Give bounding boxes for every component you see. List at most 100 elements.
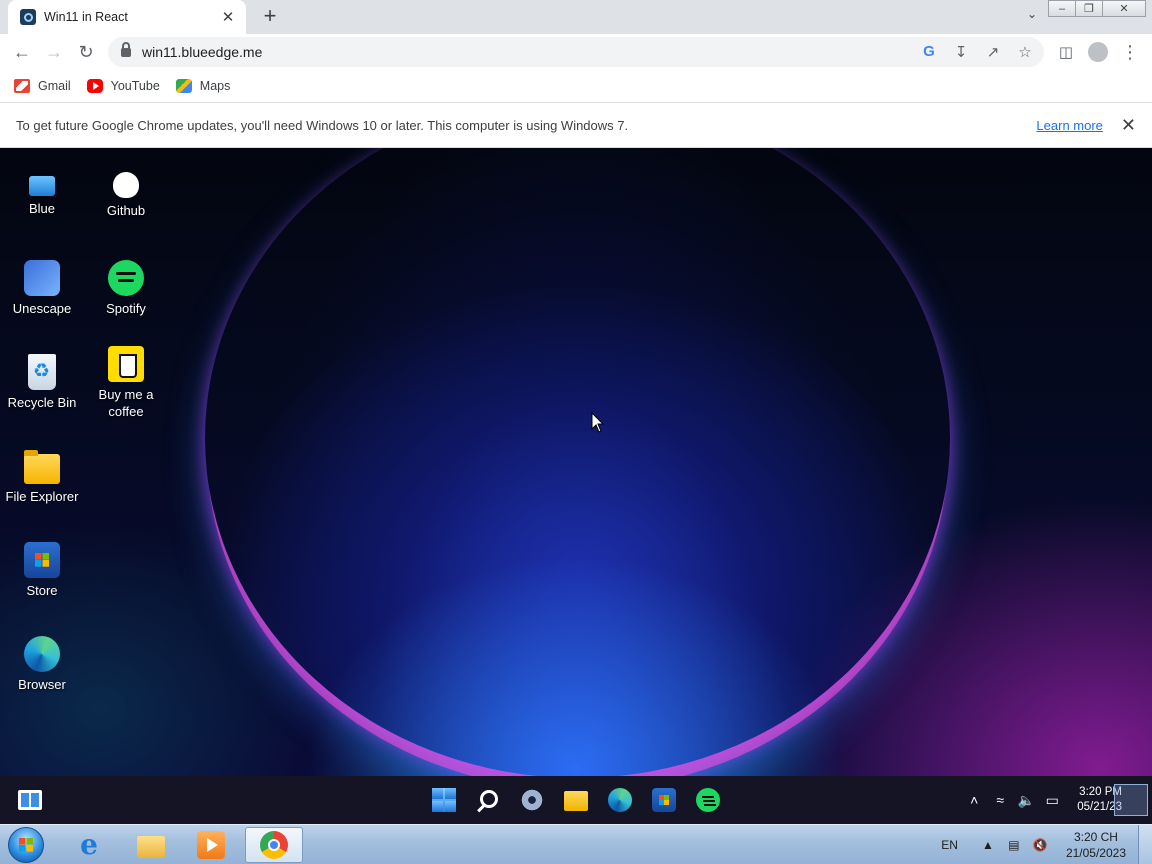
forward-arrow-icon[interactable]: →	[42, 40, 66, 64]
minimize-button[interactable]: –	[1048, 0, 1076, 17]
reload-icon[interactable]: ↻	[74, 40, 98, 64]
volume-muted-icon[interactable]: 🔇	[1030, 838, 1050, 852]
recycle-bin-icon	[28, 354, 56, 390]
folder-icon	[24, 450, 60, 484]
update-infobar: To get future Google Chrome updates, you…	[0, 102, 1152, 148]
desktop-icon-label: Github	[106, 203, 146, 218]
network-icon[interactable]: ▤	[1004, 838, 1024, 852]
tab-strip: Win11 in React ✕ + ⌄ – ❐ ✕	[0, 0, 1152, 34]
learn-more-link[interactable]: Learn more	[1036, 118, 1102, 133]
battery-icon[interactable]: ▭	[1041, 792, 1063, 809]
infobar-close-icon[interactable]: ✕	[1121, 115, 1136, 136]
tab-title: Win11 in React	[44, 10, 128, 24]
close-window-button[interactable]: ✕	[1102, 0, 1146, 17]
blue-user-icon	[29, 176, 55, 196]
github-icon	[113, 172, 139, 198]
widgets-icon[interactable]	[18, 790, 42, 810]
wifi-icon[interactable]: ≈	[989, 792, 1011, 808]
back-arrow-icon[interactable]: ←	[10, 40, 34, 64]
lock-icon[interactable]	[121, 41, 131, 57]
desktop-icon-label: File Explorer	[5, 489, 79, 504]
pinned-windows-explorer[interactable]	[122, 827, 180, 863]
tab-search-chevron-icon[interactable]: ⌄	[1022, 7, 1042, 27]
internet-explorer-icon: e	[80, 828, 98, 861]
desktop-icon-file-explorer[interactable]: File Explorer	[0, 448, 84, 505]
desktop-icon-store[interactable]: Store	[0, 542, 84, 599]
bookmark-maps[interactable]: Maps	[175, 79, 231, 93]
bookmark-label: Maps	[199, 79, 231, 93]
search-icon[interactable]	[480, 790, 498, 808]
pinned-internet-explorer[interactable]: e	[60, 827, 118, 863]
windows-explorer-icon	[137, 836, 165, 858]
window-controls: – ❐ ✕	[1048, 0, 1146, 17]
mouse-cursor-icon	[591, 412, 605, 433]
menu-kebab-icon[interactable]: ⋮	[1118, 40, 1142, 64]
store-icon	[24, 542, 60, 578]
store-icon[interactable]	[652, 788, 676, 812]
desktop-icon-github[interactable]: Github	[84, 168, 168, 219]
pinned-chrome[interactable]	[245, 827, 303, 863]
desktop-icon-label: Browser	[18, 677, 66, 692]
volume-icon[interactable]: 🔈	[1015, 792, 1037, 809]
youtube-icon	[86, 79, 103, 93]
infobar-message: To get future Google Chrome updates, you…	[16, 117, 629, 133]
win7-clock[interactable]: 3:20 CH 21/05/2023	[1066, 829, 1126, 861]
bookmark-label: Gmail	[38, 79, 71, 93]
win7-system-tray: EN ▲ ▤ 🔇 3:20 CH 21/05/2023	[941, 825, 1152, 864]
pinned-media-player[interactable]	[182, 827, 240, 863]
unescape-icon	[24, 260, 60, 296]
win11-desktop[interactable]: Blue Github Unescape Spotify Recycle Bin…	[0, 148, 1152, 776]
tab-close-icon[interactable]: ✕	[220, 8, 236, 26]
google-lens-icon[interactable]: G	[918, 43, 940, 61]
edge-icon[interactable]	[608, 788, 632, 812]
desktop-icon-spotify[interactable]: Spotify	[84, 260, 168, 317]
browser-tab[interactable]: Win11 in React ✕	[8, 0, 246, 34]
chrome-icon	[260, 831, 288, 859]
language-indicator[interactable]: EN	[941, 838, 958, 852]
bookmark-youtube[interactable]: YouTube	[86, 79, 160, 93]
win7-show-desktop-button[interactable]	[1138, 825, 1152, 864]
show-desktop-button[interactable]	[1114, 784, 1148, 816]
win7-clock-time: 3:20 CH	[1073, 830, 1118, 844]
desktop-icon-label: Spotify	[106, 301, 146, 316]
wallpaper-bloom	[205, 148, 950, 776]
win11-taskbar: ˄ ≈ 🔈 ▭ 3:20 PM 05/21/23	[0, 776, 1152, 824]
desktop-icon-label: Buy me a coffee	[98, 387, 154, 419]
share-icon[interactable]: ↗	[982, 43, 1004, 61]
profile-avatar-icon[interactable]	[1086, 40, 1110, 64]
bookmark-label: YouTube	[110, 79, 160, 93]
win11-system-tray: ˄ ≈ 🔈 ▭ 3:20 PM 05/21/23	[963, 776, 1152, 824]
win7-start-orb-icon[interactable]	[8, 827, 44, 863]
desktop-icon-browser[interactable]: Browser	[0, 636, 84, 693]
url-text[interactable]: win11.blueedge.me	[142, 44, 918, 60]
bookmarks-bar: Gmail YouTube Maps	[0, 70, 1152, 102]
address-bar[interactable]: win11.blueedge.me G ↧ ↗ ☆	[108, 37, 1044, 67]
maps-icon	[175, 79, 192, 93]
spotify-icon[interactable]	[696, 788, 720, 812]
restore-button[interactable]: ❐	[1075, 0, 1103, 17]
install-app-icon[interactable]: ↧	[950, 43, 972, 61]
desktop-icon-label: Blue	[28, 201, 56, 216]
spotify-icon	[108, 260, 144, 296]
gmail-icon	[14, 79, 30, 93]
new-tab-button[interactable]: +	[258, 4, 282, 28]
media-player-icon	[197, 831, 225, 859]
side-panel-icon[interactable]: ◫	[1054, 40, 1078, 64]
tray-arrow-icon[interactable]: ▲	[978, 838, 998, 852]
desktop-icon-label: Recycle Bin	[7, 395, 77, 410]
edge-icon	[24, 636, 60, 672]
bookmark-star-icon[interactable]: ☆	[1014, 43, 1036, 61]
desktop-icon-label: Store	[26, 583, 58, 598]
settings-icon[interactable]	[520, 788, 544, 812]
bookmark-gmail[interactable]: Gmail	[14, 79, 71, 93]
desktop-icon-unescape[interactable]: Unescape	[0, 260, 84, 317]
desktop-icon-buy-me-a-coffee[interactable]: Buy me a coffee	[84, 346, 168, 420]
coffee-icon	[108, 346, 144, 382]
start-icon[interactable]	[432, 788, 456, 812]
win7-taskbar: e EN ▲ ▤ 🔇 3:20 CH 21/05/2023	[0, 824, 1152, 864]
desktop-icon-blue[interactable]: Blue	[0, 168, 84, 217]
desktop-icon-recycle-bin[interactable]: Recycle Bin	[0, 354, 84, 411]
file-explorer-icon[interactable]	[564, 791, 588, 811]
desktop-icon-label: Unescape	[12, 301, 72, 316]
tray-chevron-icon[interactable]: ˄	[963, 792, 985, 808]
